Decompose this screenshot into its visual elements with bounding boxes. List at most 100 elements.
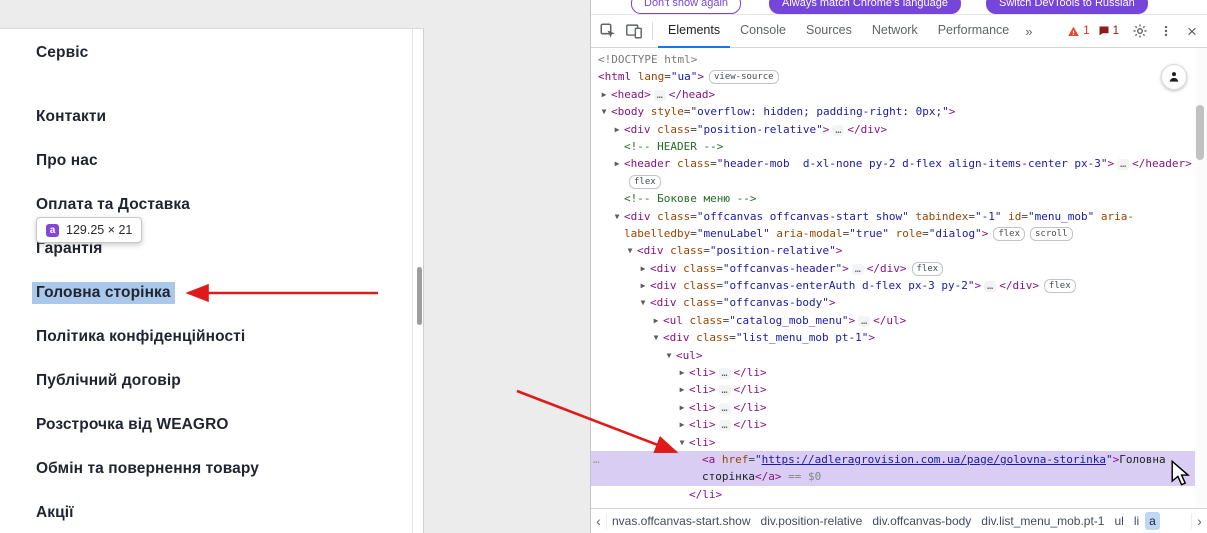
flex-badge[interactable]: flex <box>993 226 1025 241</box>
menu-item-контакти[interactable]: Контакти <box>36 108 259 128</box>
menu-item-гарантія[interactable]: Гарантія <box>36 240 259 260</box>
view-source-badge[interactable]: view-source <box>709 70 779 85</box>
dom-tree-line[interactable]: ▶ <li>… </li> <box>591 364 1195 381</box>
dom-tree-line[interactable]: labelledby="menuLabel" aria-modal="true"… <box>591 225 1195 242</box>
menu-item-політика-конфіденційності[interactable]: Політика конфіденційності <box>36 328 259 348</box>
collapsed-content-ellipsis[interactable]: … <box>851 263 864 275</box>
dom-tree-line[interactable]: ▶ <li>… </li> <box>591 381 1195 398</box>
breadcrumb-scroll-left-icon[interactable]: ‹ <box>591 513 607 529</box>
collapsed-content-ellipsis[interactable]: … <box>984 281 997 293</box>
menu-item-розстрочка-від-weagro[interactable]: Розстрочка від WEAGRO <box>36 416 259 436</box>
dom-tree-line[interactable]: </li> <box>591 486 1195 503</box>
flex-badge[interactable]: flex <box>911 261 944 276</box>
dom-tree-line[interactable]: ▼ <div class="offcanvas-body"> <box>591 294 1195 311</box>
menu-item-про-нас[interactable]: Про нас <box>36 152 259 172</box>
disclosure-arrow[interactable]: ▼ <box>625 242 635 259</box>
disclosure-arrow[interactable]: ▼ <box>651 329 661 346</box>
disclosure-arrow[interactable]: ▶ <box>612 121 622 138</box>
breadcrumb-div-offcanvas-body[interactable]: div.offcanvas-body <box>868 512 975 530</box>
breadcrumb-scroll-right-icon[interactable]: › <box>1191 513 1207 529</box>
collapsed-content-ellipsis[interactable]: … <box>718 368 731 380</box>
breadcrumb-a[interactable]: a <box>1145 512 1160 530</box>
flex-badge[interactable]: flex <box>1043 279 1076 294</box>
infobar-button-switch-devtools-to-russian[interactable]: Switch DevTools to Russian <box>986 0 1148 14</box>
tab-elements[interactable]: Elements <box>658 15 730 48</box>
dom-tree-line[interactable]: <html lang="ua"> view-source <box>591 68 1195 85</box>
disclosure-arrow[interactable]: ▼ <box>612 208 622 225</box>
dom-tree-line[interactable]: ▶ <div class="position-relative">… </div> <box>591 121 1195 138</box>
dom-tree-line[interactable]: <!-- Бокове меню --> <box>591 190 1195 207</box>
breadcrumb-div-list-menu-mob-pt-1[interactable]: div.list_menu_mob.pt-1 <box>977 512 1108 530</box>
more-tabs-button[interactable]: » <box>1019 24 1038 39</box>
dom-tree-line[interactable]: ▶ <li>… </li> <box>591 416 1195 433</box>
menu-item-акції[interactable]: Акції <box>36 504 259 524</box>
dom-tree-line[interactable]: ▼ <body style="overflow: hidden; padding-… <box>591 103 1195 120</box>
gutter-ellipsis[interactable]: … <box>593 451 600 468</box>
menu-item-публічний-договір[interactable]: Публічний договір <box>36 372 259 392</box>
attribute-link[interactable]: https://adleragrovision.com.ua/page/golo… <box>762 453 1106 466</box>
tab-performance[interactable]: Performance <box>928 15 1020 48</box>
dom-tree-line[interactable]: ▼ <div class="position-relative"> <box>591 242 1195 259</box>
dom-tree-line[interactable]: ▼ <div class="list_menu_mob pt-1"> <box>591 329 1195 346</box>
disclosure-arrow[interactable]: ▶ <box>677 364 687 381</box>
kebab-menu-icon[interactable] <box>1153 18 1179 44</box>
dom-tree-line[interactable]: ▶ <div class="offcanvas-enterAuth d-flex … <box>591 277 1195 294</box>
close-devtools-icon[interactable]: × <box>1179 18 1205 44</box>
tab-network[interactable]: Network <box>862 15 928 48</box>
breadcrumb-div-position-relative[interactable]: div.position-relative <box>757 512 867 530</box>
settings-gear-icon[interactable] <box>1127 18 1153 44</box>
disclosure-arrow[interactable]: ▼ <box>599 103 609 120</box>
collapsed-content-ellipsis[interactable]: … <box>858 315 871 327</box>
dom-tree-line[interactable]: … <a href="https://adleragrovision.com.ua… <box>591 450 1195 469</box>
dom-tree-line[interactable]: ▼ <ul> <box>591 347 1195 364</box>
device-toolbar-icon[interactable] <box>621 18 647 44</box>
issues-badge[interactable]: 1 <box>1098 25 1119 37</box>
disclosure-arrow[interactable]: ▼ <box>664 347 674 364</box>
disclosure-arrow[interactable]: ▶ <box>651 312 661 329</box>
menu-item-головна-сторінка[interactable]: Головна сторінка <box>32 282 259 304</box>
disclosure-arrow[interactable]: ▶ <box>677 381 687 398</box>
disclosure-arrow[interactable]: ▶ <box>677 416 687 433</box>
collapsed-content-ellipsis[interactable]: … <box>718 402 731 414</box>
disclosure-arrow[interactable]: ▶ <box>599 86 609 103</box>
dom-tree-line[interactable]: ▼ <li> <box>591 434 1195 451</box>
inspect-element-icon[interactable] <box>595 18 621 44</box>
dom-tree-line[interactable]: ▶ <header class="header-mob d-xl-none py-… <box>591 155 1195 172</box>
disclosure-arrow[interactable]: ▶ <box>677 399 687 416</box>
infobar-button-always-match-chrome-s-language[interactable]: Always match Chrome's language <box>769 0 961 14</box>
scroll-badge[interactable]: scroll <box>1030 226 1073 241</box>
disclosure-arrow[interactable]: ▼ <box>638 294 648 311</box>
flex-badge[interactable]: flex <box>629 174 661 189</box>
breadcrumb-nvas-offcanvas-start-show[interactable]: nvas.offcanvas-start.show <box>608 512 755 530</box>
dom-tree-line[interactable]: ▶ <li>… </li> <box>591 399 1195 416</box>
dom-tree-line[interactable]: сторінка</a> == $0 <box>591 468 1195 486</box>
collapsed-content-ellipsis[interactable]: … <box>718 385 731 397</box>
error-badge[interactable]: 1 <box>1067 25 1090 38</box>
collapsed-content-ellipsis[interactable]: … <box>653 89 666 101</box>
dom-tree-line[interactable]: flex <box>591 173 1195 190</box>
disclosure-arrow[interactable]: ▶ <box>638 277 648 294</box>
tab-console[interactable]: Console <box>730 15 796 48</box>
disclosure-arrow[interactable]: ▶ <box>638 260 648 277</box>
accessibility-person-icon[interactable] <box>1161 64 1187 90</box>
menu-item-обмін-та-повернення-товару[interactable]: Обмін та повернення товару <box>36 460 259 480</box>
dom-tree-line[interactable]: ▼ <div class="offcanvas offcanvas-start s… <box>591 208 1195 225</box>
dom-tree-line[interactable]: <!DOCTYPE html> <box>591 51 1195 68</box>
breadcrumb-li[interactable]: li <box>1130 512 1143 530</box>
collapsed-content-ellipsis[interactable]: … <box>832 124 845 136</box>
tab-sources[interactable]: Sources <box>796 15 862 48</box>
infobar-button-don-t-show-again[interactable]: Don't show again <box>631 0 742 14</box>
menu-item-сервіс[interactable]: Сервіс <box>36 44 259 64</box>
disclosure-arrow[interactable]: ▶ <box>612 155 622 172</box>
collapsed-content-ellipsis[interactable]: … <box>718 420 731 432</box>
dom-tree-line[interactable]: ▶ <ul class="catalog_mob_menu">… </ul> <box>591 312 1195 329</box>
offcanvas-scrollbar-thumb[interactable] <box>417 267 422 325</box>
dom-tree-line[interactable]: <!-- HEADER --> <box>591 138 1195 155</box>
devtools-scrollbar-thumb[interactable] <box>1196 105 1204 160</box>
menu-item-оплата-та-доставка[interactable]: Оплата та Доставка <box>36 196 259 216</box>
collapsed-content-ellipsis[interactable]: … <box>1117 159 1130 171</box>
dom-tree-line[interactable]: ▶ <div class="offcanvas-header">… </div> fl… <box>591 260 1195 277</box>
breadcrumb-ul[interactable]: ul <box>1110 512 1127 530</box>
dom-tree-line[interactable]: ▶ <head>… </head> <box>591 86 1195 103</box>
disclosure-arrow[interactable]: ▼ <box>677 434 687 451</box>
